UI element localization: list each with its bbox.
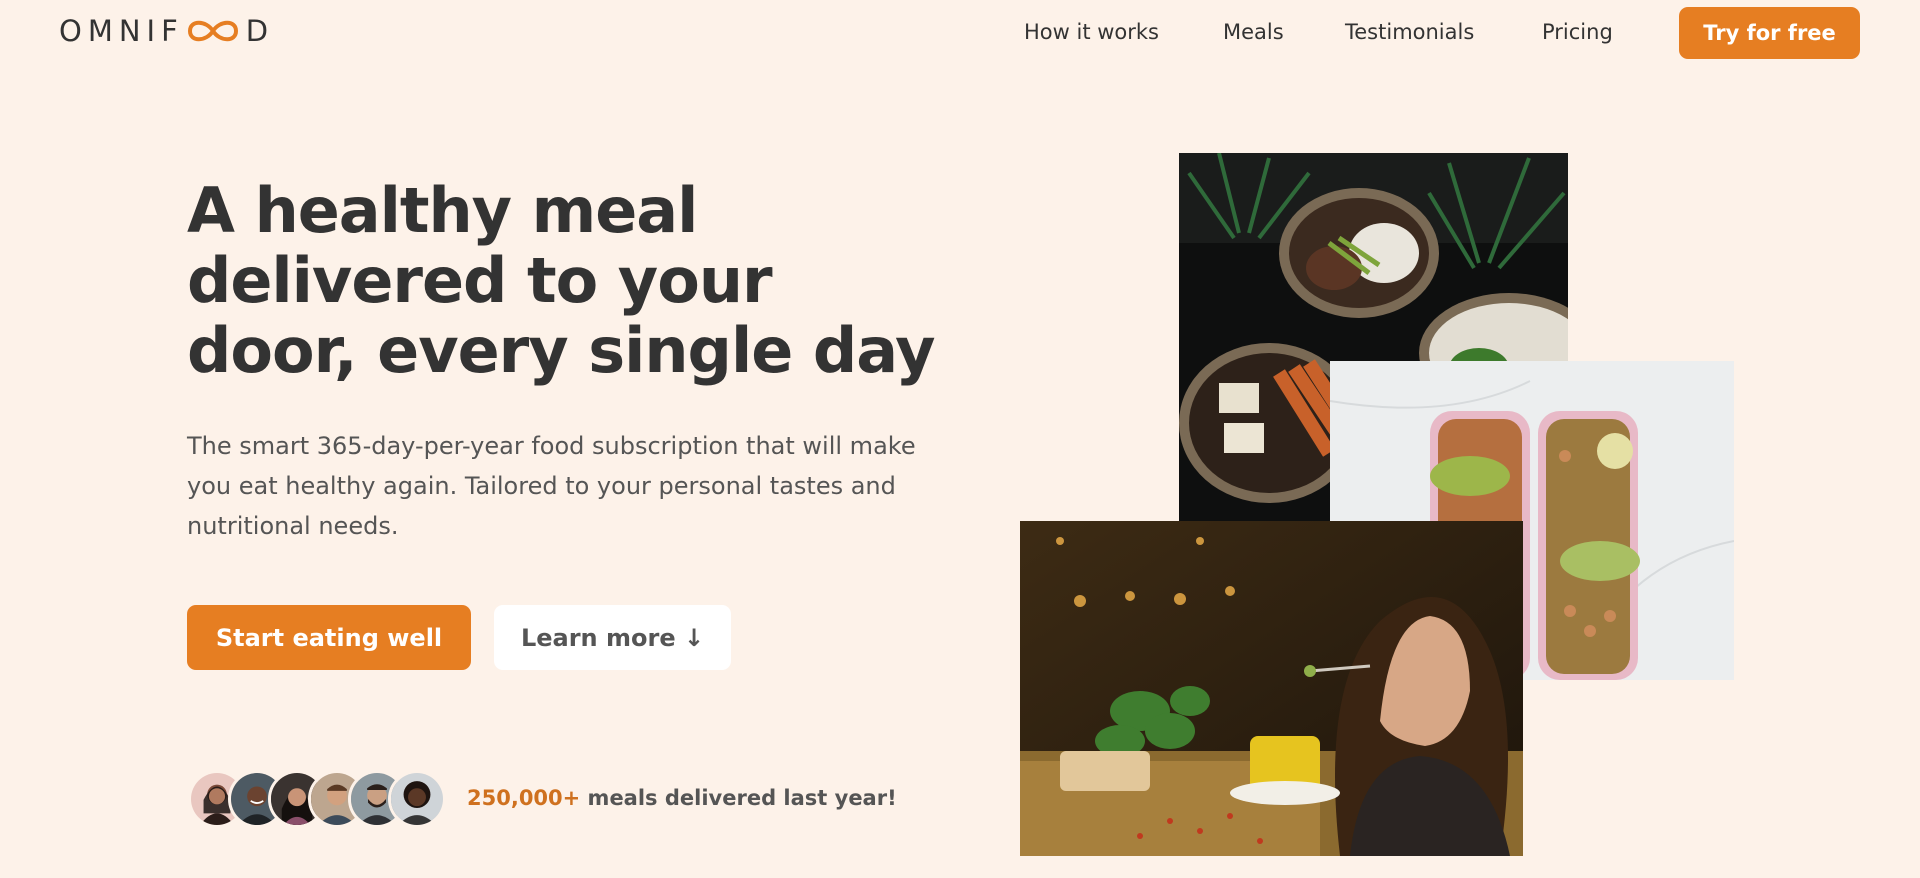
try-for-free-button[interactable]: Try for free	[1679, 7, 1860, 59]
logo-text-start: OMNIF	[59, 14, 184, 48]
nav-meals[interactable]: Meals	[1223, 20, 1284, 44]
hero-title: A healthy meal delivered to your door, e…	[187, 176, 947, 386]
hero-title-line: door, every single day	[187, 314, 936, 387]
meals-delivered-count: 250,000+	[467, 786, 581, 810]
customer-avatar	[388, 770, 446, 828]
hero-photo-woman-eating	[1020, 521, 1523, 856]
hero-description-line: nutritional needs.	[187, 512, 399, 540]
nav-testimonials[interactable]: Testimonials	[1345, 20, 1474, 44]
hero-description-line: The smart 365-day-per-year food subscrip…	[187, 432, 916, 460]
start-eating-well-button[interactable]: Start eating well	[187, 605, 471, 670]
meals-delivered-label: meals delivered last year!	[580, 786, 897, 810]
meals-delivered-text: 250,000+ meals delivered last year!	[467, 786, 897, 810]
logo-text-end: D	[245, 14, 275, 48]
omnifood-logo[interactable]: OMNIF D	[59, 14, 274, 48]
hero-title-line: A healthy meal	[187, 174, 698, 247]
hero-description: The smart 365-day-per-year food subscrip…	[187, 426, 917, 546]
nav-how-it-works[interactable]: How it works	[1024, 20, 1159, 44]
infinity-logo-icon	[187, 20, 238, 42]
hero-description-line: you eat healthy again. Tailored to your …	[187, 472, 896, 500]
hero-title-line: delivered to your	[187, 244, 773, 317]
learn-more-button[interactable]: Learn more ↓	[494, 605, 731, 670]
nav-pricing[interactable]: Pricing	[1542, 20, 1613, 44]
